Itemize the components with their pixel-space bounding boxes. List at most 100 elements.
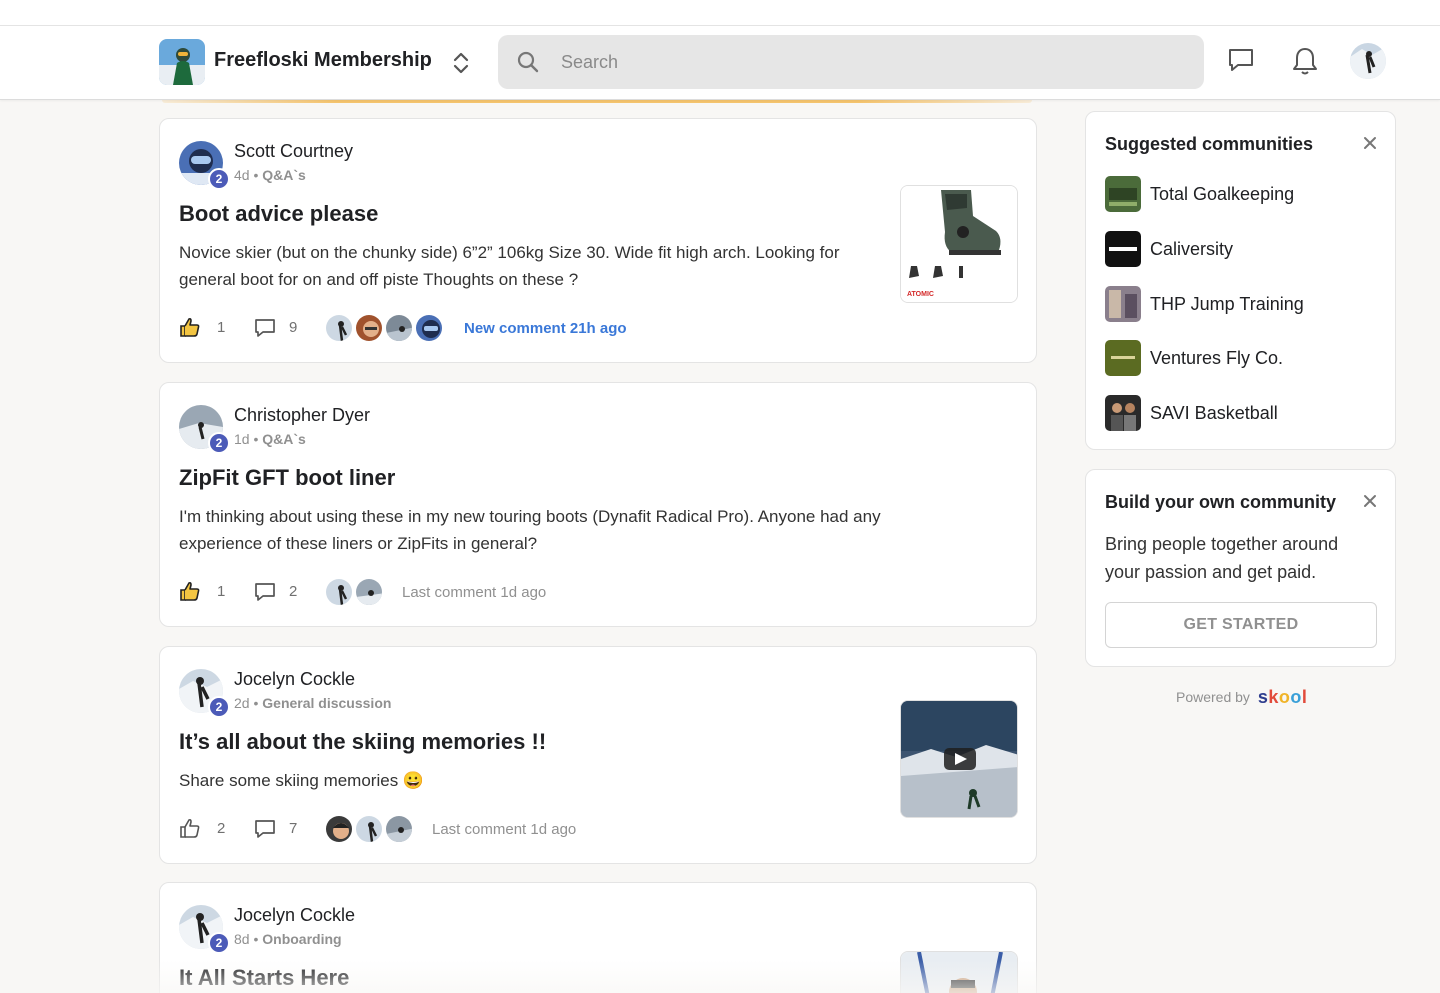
comment-count: 2 (289, 583, 298, 600)
thumbs-up-icon[interactable] (179, 316, 201, 343)
last-comment[interactable]: Last comment 1d ago (432, 821, 576, 838)
build-description: Bring people together around your passio… (1105, 534, 1339, 582)
comment-icon[interactable] (254, 818, 276, 845)
powered-by[interactable]: Powered by skool (1176, 686, 1307, 707)
post-time: 8d (234, 931, 250, 947)
top-header: Freefloski Membership Search (0, 26, 1440, 100)
like-count: 1 (217, 319, 226, 336)
post-card[interactable]: 2 Scott Courtney 4d • Q&A`s Boot advice … (159, 118, 1037, 363)
suggested-communities-panel: Suggested communities Total Goalkeeping … (1085, 111, 1396, 450)
post-actions: 2 7 Last comment 1d ago (179, 814, 879, 844)
build-title: Build your own community (1105, 492, 1337, 512)
community-icon (1105, 395, 1141, 431)
comment-count: 9 (289, 319, 298, 336)
commenter-avatar[interactable] (354, 313, 384, 343)
post-category[interactable]: Q&A`s (262, 431, 306, 447)
last-comment[interactable]: New comment 21h ago (464, 320, 627, 337)
post-author[interactable]: Jocelyn Cockle (234, 905, 355, 926)
community-name: Caliversity (1150, 239, 1234, 259)
post-time: 4d (234, 167, 250, 183)
level-badge: 2 (208, 696, 230, 718)
post-thumbnail[interactable] (900, 951, 1018, 993)
post-actions: 1 9 New comment 21h ago (179, 313, 879, 343)
like-count: 2 (217, 820, 226, 837)
post-title[interactable]: It’s all about the skiing memories !! (179, 729, 546, 755)
post-card[interactable]: 2 Jocelyn Cockle 8d • Onboarding It All … (159, 882, 1037, 993)
commenter-avatar[interactable] (354, 577, 384, 607)
powered-by-label: Powered by (1176, 689, 1250, 705)
last-comment[interactable]: Last comment 1d ago (402, 584, 546, 601)
skool-logo: skool (1257, 687, 1308, 707)
browser-top-strip (0, 0, 1440, 26)
post-body[interactable]: Novice skier (but on the chunky side) 6”… (179, 239, 869, 293)
post-meta: 4d • Q&A`s (234, 167, 306, 183)
community-item[interactable]: Caliversity (1105, 231, 1385, 267)
post-card[interactable]: 2 Christopher Dyer 1d • Q&A`s ZipFit GFT… (159, 382, 1037, 627)
post-category[interactable]: Onboarding (262, 931, 341, 947)
post-title[interactable]: Boot advice please (179, 201, 378, 227)
community-item[interactable]: THP Jump Training (1105, 286, 1385, 322)
get-started-button[interactable]: GET STARTED (1105, 602, 1377, 648)
svg-text:ATOMIC: ATOMIC (907, 291, 934, 298)
post-card[interactable]: 2 Jocelyn Cockle 2d • General discussion… (159, 646, 1037, 864)
close-icon[interactable] (1363, 494, 1377, 508)
ski-boot-image[interactable]: ATOMIC (900, 185, 1018, 303)
post-time: 1d (234, 431, 250, 447)
community-switcher-icon[interactable] (450, 50, 472, 76)
comment-icon[interactable] (254, 317, 276, 344)
search-placeholder: Search (561, 52, 619, 72)
level-badge: 2 (208, 932, 230, 954)
community-item[interactable]: SAVI Basketball (1105, 395, 1385, 431)
post-meta: 8d • Onboarding (234, 931, 342, 947)
pinned-banner-edge (162, 100, 1032, 103)
post-title[interactable]: It All Starts Here (179, 965, 349, 991)
thumbs-up-icon[interactable] (179, 580, 201, 607)
community-icon (1105, 231, 1141, 267)
community-icon (1105, 286, 1141, 322)
level-badge: 2 (208, 432, 230, 454)
comment-count: 7 (289, 820, 298, 837)
community-name: Total Goalkeeping (1150, 184, 1295, 204)
commenter-avatar[interactable] (384, 814, 414, 844)
commenter-avatar[interactable] (324, 814, 354, 844)
community-item[interactable]: Total Goalkeeping (1105, 176, 1385, 212)
community-name: Ventures Fly Co. (1150, 348, 1284, 368)
commenter-avatar[interactable] (414, 313, 444, 343)
post-category[interactable]: Q&A`s (262, 167, 306, 183)
commenter-avatar[interactable] (354, 814, 384, 844)
bell-icon[interactable] (1291, 45, 1319, 82)
build-community-panel: Build your own community Bring people to… (1085, 469, 1396, 667)
community-name: SAVI Basketball (1150, 403, 1278, 423)
commenter-avatar[interactable] (324, 313, 354, 343)
community-name: THP Jump Training (1150, 294, 1304, 314)
commenter-avatar[interactable] (324, 577, 354, 607)
post-meta: 1d • Q&A`s (234, 431, 306, 447)
skiing-video[interactable] (900, 700, 1018, 818)
post-author[interactable]: Jocelyn Cockle (234, 669, 355, 690)
like-count: 1 (217, 583, 226, 600)
commenter-avatar[interactable] (384, 313, 414, 343)
community-icon (1105, 340, 1141, 376)
thumbs-up-icon[interactable] (179, 817, 201, 844)
close-icon[interactable] (1363, 136, 1377, 150)
chat-icon[interactable] (1227, 45, 1255, 80)
post-title[interactable]: ZipFit GFT boot liner (179, 465, 395, 491)
post-body[interactable]: I'm thinking about using these in my new… (179, 503, 959, 557)
post-category[interactable]: General discussion (262, 695, 391, 711)
post-author[interactable]: Scott Courtney (234, 141, 353, 162)
community-item[interactable]: Ventures Fly Co. (1105, 340, 1385, 376)
post-body[interactable]: Share some skiing memories 😀 (179, 767, 869, 794)
suggested-title: Suggested communities (1105, 134, 1314, 154)
user-avatar[interactable] (1350, 43, 1386, 79)
community-icon (1105, 176, 1141, 212)
comment-icon[interactable] (254, 581, 276, 608)
level-badge: 2 (208, 168, 230, 190)
post-meta: 2d • General discussion (234, 695, 392, 711)
community-name[interactable]: Freefloski Membership (214, 49, 432, 72)
community-logo[interactable] (159, 39, 205, 85)
post-actions: 1 2 Last comment 1d ago (179, 577, 879, 607)
post-author[interactable]: Christopher Dyer (234, 405, 370, 426)
search-icon (516, 50, 540, 79)
post-time: 2d (234, 695, 250, 711)
search-bar[interactable]: Search (498, 35, 1204, 89)
